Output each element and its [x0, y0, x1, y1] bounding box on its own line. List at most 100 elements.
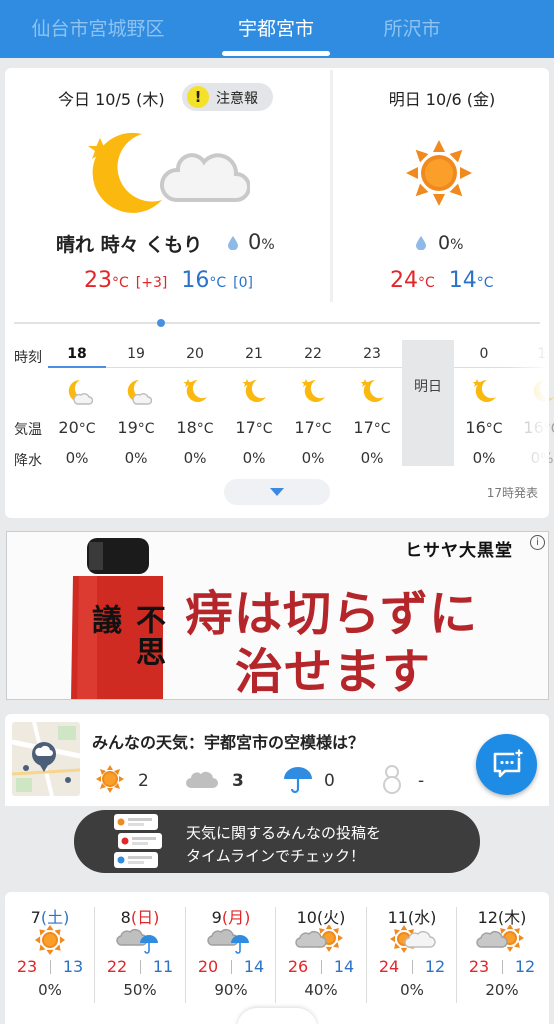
snowman-icon — [383, 765, 401, 794]
tab-utsunomiya[interactable]: 宇都宮市 — [196, 0, 356, 58]
moon-cloud-icon — [127, 379, 152, 405]
hour-temp-unit: °C — [255, 421, 273, 437]
weekly-high: 23 — [16, 957, 38, 976]
warning-icon: ! — [187, 86, 209, 108]
tomorrow-precip-value: 0 — [438, 232, 451, 254]
weekly-low: 12 — [514, 957, 536, 976]
location-tab-bar: 仙台市宮城野区 宇都宮市 所沢市 — [0, 0, 554, 58]
hour-temp-unit: °C — [137, 421, 155, 437]
moon-star-icon — [301, 379, 325, 402]
tomorrow-low-unit: °C — [476, 275, 494, 291]
tomorrow-precip: 0% — [438, 232, 463, 254]
row-label-precip: 降水 — [14, 453, 42, 469]
today-temps: 23°C [+3] 16°C [0] — [84, 268, 253, 293]
today-date-label: 今日 10/5 (木) — [58, 90, 165, 109]
weekly-high: 20 — [197, 957, 219, 976]
ad-product-label: 不思議 — [86, 604, 165, 668]
today-low: 16 — [181, 268, 210, 293]
weekly-low: 11 — [152, 957, 174, 976]
post-weather-button[interactable] — [476, 734, 537, 795]
hour-precip-value: 0 — [183, 449, 194, 467]
chevron-down-icon — [270, 488, 284, 496]
cloud-sun-icon — [295, 925, 343, 952]
hour-label: 22 — [304, 346, 322, 362]
hourly-scrollbar[interactable] — [14, 322, 540, 324]
hour-precip-unit: % — [252, 451, 266, 467]
hour-precip-value: 0 — [360, 449, 371, 467]
rainy-count: 0 — [324, 771, 335, 791]
raindrop-icon — [228, 236, 238, 250]
weekly-high: 24 — [378, 957, 400, 976]
weekly-high: 26 — [287, 957, 309, 976]
hour-temp-unit: °C — [373, 421, 391, 437]
hour-temp-value: 19 — [117, 418, 138, 437]
hour-temp: 17°C — [225, 418, 283, 437]
tab-tokorozawa[interactable]: 所沢市 — [340, 0, 484, 58]
row-label-temp: 気温 — [14, 422, 42, 438]
sun-icon — [96, 765, 124, 793]
hour-label: 18 — [67, 346, 87, 362]
weekly-low: 12 — [424, 957, 446, 976]
bottom-scroll-handle[interactable] — [237, 1008, 317, 1024]
weekly-precip: 0% — [38, 981, 62, 999]
hourly-scroll-thumb[interactable] — [157, 319, 165, 327]
hour-temp-unit: °C — [314, 421, 332, 437]
expand-hourly-button[interactable] — [224, 479, 330, 505]
hour-temp-unit: °C — [485, 421, 503, 437]
hour-precip: 0% — [455, 449, 513, 467]
cloudy-count: 3 — [232, 771, 244, 791]
ad-info-icon[interactable]: i — [530, 535, 545, 550]
hour-temp-value: 17 — [353, 418, 374, 437]
advertisement-banner[interactable]: 不思議 ヒサヤ大黒堂 i 痔は切らずに 治せます — [6, 531, 549, 700]
sun-cloud-icon — [390, 925, 436, 953]
hour-precip: 0% — [225, 449, 283, 467]
card-divider — [330, 70, 333, 302]
hour-temp: 18°C — [166, 418, 224, 437]
hour-precip-value: 0 — [472, 449, 483, 467]
moon-star-icon — [183, 379, 207, 402]
community-weather-card[interactable] — [5, 714, 549, 806]
map-thumbnail[interactable] — [12, 722, 80, 796]
tomorrow-low: 14 — [448, 268, 477, 293]
weekly-low: 13 — [62, 957, 84, 976]
snowy-count: - — [418, 771, 425, 791]
hour-precip-unit: % — [482, 451, 496, 467]
today-low-diff: [0] — [233, 275, 253, 291]
today-low-unit: °C — [209, 275, 227, 291]
weekly-high: 22 — [106, 957, 128, 976]
hour-label: 19 — [127, 346, 145, 362]
hour-temp-value: 17 — [235, 418, 256, 437]
map-icon — [12, 722, 80, 796]
weekly-high: 23 — [468, 957, 490, 976]
tomorrow-high-unit: °C — [418, 275, 435, 291]
weekly-low: 14 — [243, 957, 265, 976]
toast-text-2: タイムラインでチェック！ — [186, 847, 365, 865]
moon-star-icon — [242, 379, 266, 402]
tomorrow-temps: 24°C 14°C — [390, 268, 494, 293]
hour-precip-value: 0 — [124, 449, 135, 467]
hour-precip: 0% — [48, 449, 106, 467]
today-precip-unit: % — [261, 237, 275, 253]
moon-star-icon — [472, 379, 496, 402]
weekly-precip: 0% — [400, 981, 424, 999]
moon-cloud-icon — [68, 379, 93, 405]
hour-precip-value: 0 — [301, 449, 312, 467]
hourly-fade — [508, 340, 549, 470]
hour-temp-unit: °C — [196, 421, 214, 437]
sun-icon — [35, 925, 65, 955]
hour-temp-value: 18 — [176, 418, 197, 437]
moon-star-cloud-icon — [88, 132, 250, 213]
sun-icon — [406, 140, 472, 206]
tomorrow-high: 24 — [390, 268, 418, 293]
hour-precip-unit: % — [75, 451, 89, 467]
timeline-list-icon — [114, 814, 162, 868]
raindrop-icon — [416, 236, 426, 250]
warning-label: 注意報 — [216, 91, 258, 107]
current-hour-indicator — [48, 366, 106, 368]
moon-star-icon — [360, 379, 384, 402]
weekly-precip: 20% — [485, 981, 519, 999]
today-high-diff: [+3] — [135, 275, 168, 291]
warning-badge[interactable]: ! 注意報 — [182, 83, 273, 111]
tab-sendai-miyagino[interactable]: 仙台市宮城野区 — [0, 0, 196, 58]
hour-label: 0 — [479, 346, 489, 362]
